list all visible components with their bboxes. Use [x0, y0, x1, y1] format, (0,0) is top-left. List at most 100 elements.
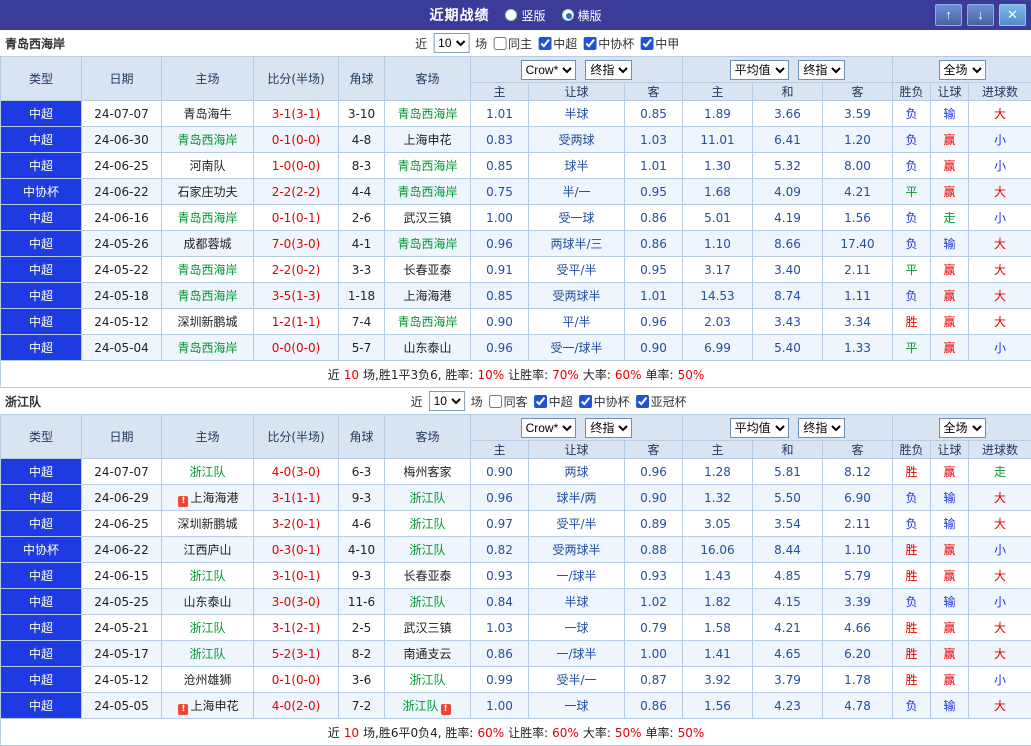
avg-draw-cell: 4.85: [753, 563, 823, 589]
summary-text: 让胜率:: [508, 368, 548, 382]
avg-stage-select[interactable]: 终指: [798, 60, 845, 80]
avg-draw-cell: 8.74: [753, 283, 823, 309]
date-cell: 24-05-22: [82, 257, 162, 283]
avg-home-cell: 1.82: [683, 589, 753, 615]
league-cell: 中超: [1, 205, 82, 231]
filter-checkbox[interactable]: [489, 395, 502, 408]
avg-type-select[interactable]: 平均值: [730, 418, 789, 438]
match-row: 中超24-05-25山东泰山3-0(3-0)11-6浙江队0.84半球1.021…: [1, 589, 1031, 615]
goals-result-cell: 大: [969, 179, 1031, 205]
odds-company-select[interactable]: Crow*: [521, 418, 576, 438]
away-odds-cell: 0.96: [625, 309, 683, 335]
move-down-button[interactable]: ↓: [967, 4, 994, 26]
league-cell: 中超: [1, 485, 82, 511]
date-cell: 24-05-25: [82, 589, 162, 615]
result-cell: 负: [893, 205, 931, 231]
corner-cell: 1-18: [339, 283, 385, 309]
col-avg-away: 客: [823, 441, 893, 459]
filter-checkbox[interactable]: [579, 395, 592, 408]
avg-type-select[interactable]: 平均值: [730, 60, 789, 80]
match-row: 中超24-05-22青岛西海岸2-2(0-2)3-3长春亚泰0.91受平/半0.…: [1, 257, 1031, 283]
close-button[interactable]: ✕: [999, 4, 1026, 26]
filters-bar: 近10场同主中超中协杯中甲: [415, 33, 679, 53]
filter-checkbox-label: 中协杯: [594, 393, 630, 410]
odds-company-select[interactable]: Crow*: [521, 60, 576, 80]
col-type: 类型: [1, 415, 82, 459]
away-odds-cell: 0.87: [625, 667, 683, 693]
home-odds-cell: 1.00: [471, 693, 529, 719]
layout-radio-vertical[interactable]: 竖版: [505, 7, 545, 24]
handicap-result-cell: 赢: [931, 283, 969, 309]
section-header: 浙江队 近10场同客中超中协杯亚冠杯: [0, 388, 1031, 414]
filter-checkbox-item[interactable]: 中超: [538, 35, 577, 52]
col-away: 客场: [385, 57, 471, 101]
date-cell: 24-05-05: [82, 693, 162, 719]
odds-stage-select[interactable]: 终指: [585, 418, 632, 438]
team-section-zhejiang: 浙江队 近10场同客中超中协杯亚冠杯 类型 日期 主场 比分(半场) 角球 客场…: [0, 388, 1031, 746]
filter-checkbox[interactable]: [583, 37, 596, 50]
result-cell: 胜: [893, 309, 931, 335]
score-cell: 2-2(0-2): [254, 257, 339, 283]
goals-result-cell: 大: [969, 563, 1031, 589]
match-row: 中超24-05-18青岛西海岸3-5(1-3)1-18上海海港0.85受两球半1…: [1, 283, 1031, 309]
league-cell: 中超: [1, 101, 82, 127]
summary-text: 50%: [615, 726, 642, 740]
home-odds-cell: 1.00: [471, 205, 529, 231]
handicap-result-cell: 赢: [931, 537, 969, 563]
avg-draw-cell: 5.50: [753, 485, 823, 511]
filter-checkbox[interactable]: [493, 37, 506, 50]
scope-select[interactable]: 全场: [939, 60, 986, 80]
result-cell: 负: [893, 231, 931, 257]
odds-stage-select[interactable]: 终指: [585, 60, 632, 80]
home-team-cell: 浙江队: [162, 615, 254, 641]
league-cell: 中协杯: [1, 179, 82, 205]
filter-checkbox-item[interactable]: 中超: [534, 393, 573, 410]
summary-text: 10: [344, 368, 359, 382]
score-cell: 3-1(0-1): [254, 563, 339, 589]
summary-text: 场,胜1平3负6, 胜率:: [363, 368, 473, 382]
summary-text: 大率:: [583, 368, 611, 382]
avg-stage-select[interactable]: 终指: [798, 418, 845, 438]
move-up-button[interactable]: ↑: [935, 4, 962, 26]
filter-checkbox-item[interactable]: 中甲: [640, 35, 679, 52]
away-team-cell: 浙江队!: [385, 693, 471, 719]
filter-checkbox-item[interactable]: 同客: [489, 393, 528, 410]
filter-checkbox-item[interactable]: 同主: [493, 35, 532, 52]
filter-checkbox[interactable]: [636, 395, 649, 408]
avg-away-cell: 6.20: [823, 641, 893, 667]
score-cell: 0-0(0-0): [254, 335, 339, 361]
radio-label: 竖版: [521, 7, 545, 24]
col-score: 比分(半场): [254, 57, 339, 101]
league-cell: 中超: [1, 127, 82, 153]
recent-count-select[interactable]: 10: [429, 391, 465, 411]
avg-home-cell: 2.03: [683, 309, 753, 335]
up-arrow-icon: ↑: [945, 7, 952, 22]
scope-select[interactable]: 全场: [939, 418, 986, 438]
recent-count-select[interactable]: 10: [433, 33, 469, 53]
layout-radio-horizontal[interactable]: 横版: [562, 7, 602, 24]
away-team-cell: 青岛西海岸: [385, 309, 471, 335]
avg-draw-cell: 3.79: [753, 667, 823, 693]
filters-bar: 近10场同客中超中协杯亚冠杯: [411, 391, 687, 411]
handicap-result-cell: 输: [931, 231, 969, 257]
filter-checkbox[interactable]: [538, 37, 551, 50]
handicap-result-cell: 输: [931, 511, 969, 537]
league-cell: 中超: [1, 563, 82, 589]
away-odds-cell: 1.02: [625, 589, 683, 615]
filter-checkbox[interactable]: [640, 37, 653, 50]
home-team-cell: 深圳新鹏城: [162, 511, 254, 537]
filter-checkbox-label: 中超: [553, 35, 577, 52]
date-cell: 24-05-12: [82, 309, 162, 335]
filter-checkbox-item[interactable]: 中协杯: [579, 393, 630, 410]
filter-checkbox[interactable]: [534, 395, 547, 408]
score-cell: 7-0(3-0): [254, 231, 339, 257]
away-odds-cell: 1.01: [625, 153, 683, 179]
handicap-cell: 球半: [529, 153, 625, 179]
home-odds-cell: 0.84: [471, 589, 529, 615]
filter-checkbox-item[interactable]: 亚冠杯: [636, 393, 687, 410]
home-team-cell: !上海海港: [162, 485, 254, 511]
handicap-cell: 受一/球半: [529, 335, 625, 361]
handicap-result-cell: 输: [931, 101, 969, 127]
col-odds-away: 客: [625, 83, 683, 101]
filter-checkbox-item[interactable]: 中协杯: [583, 35, 634, 52]
